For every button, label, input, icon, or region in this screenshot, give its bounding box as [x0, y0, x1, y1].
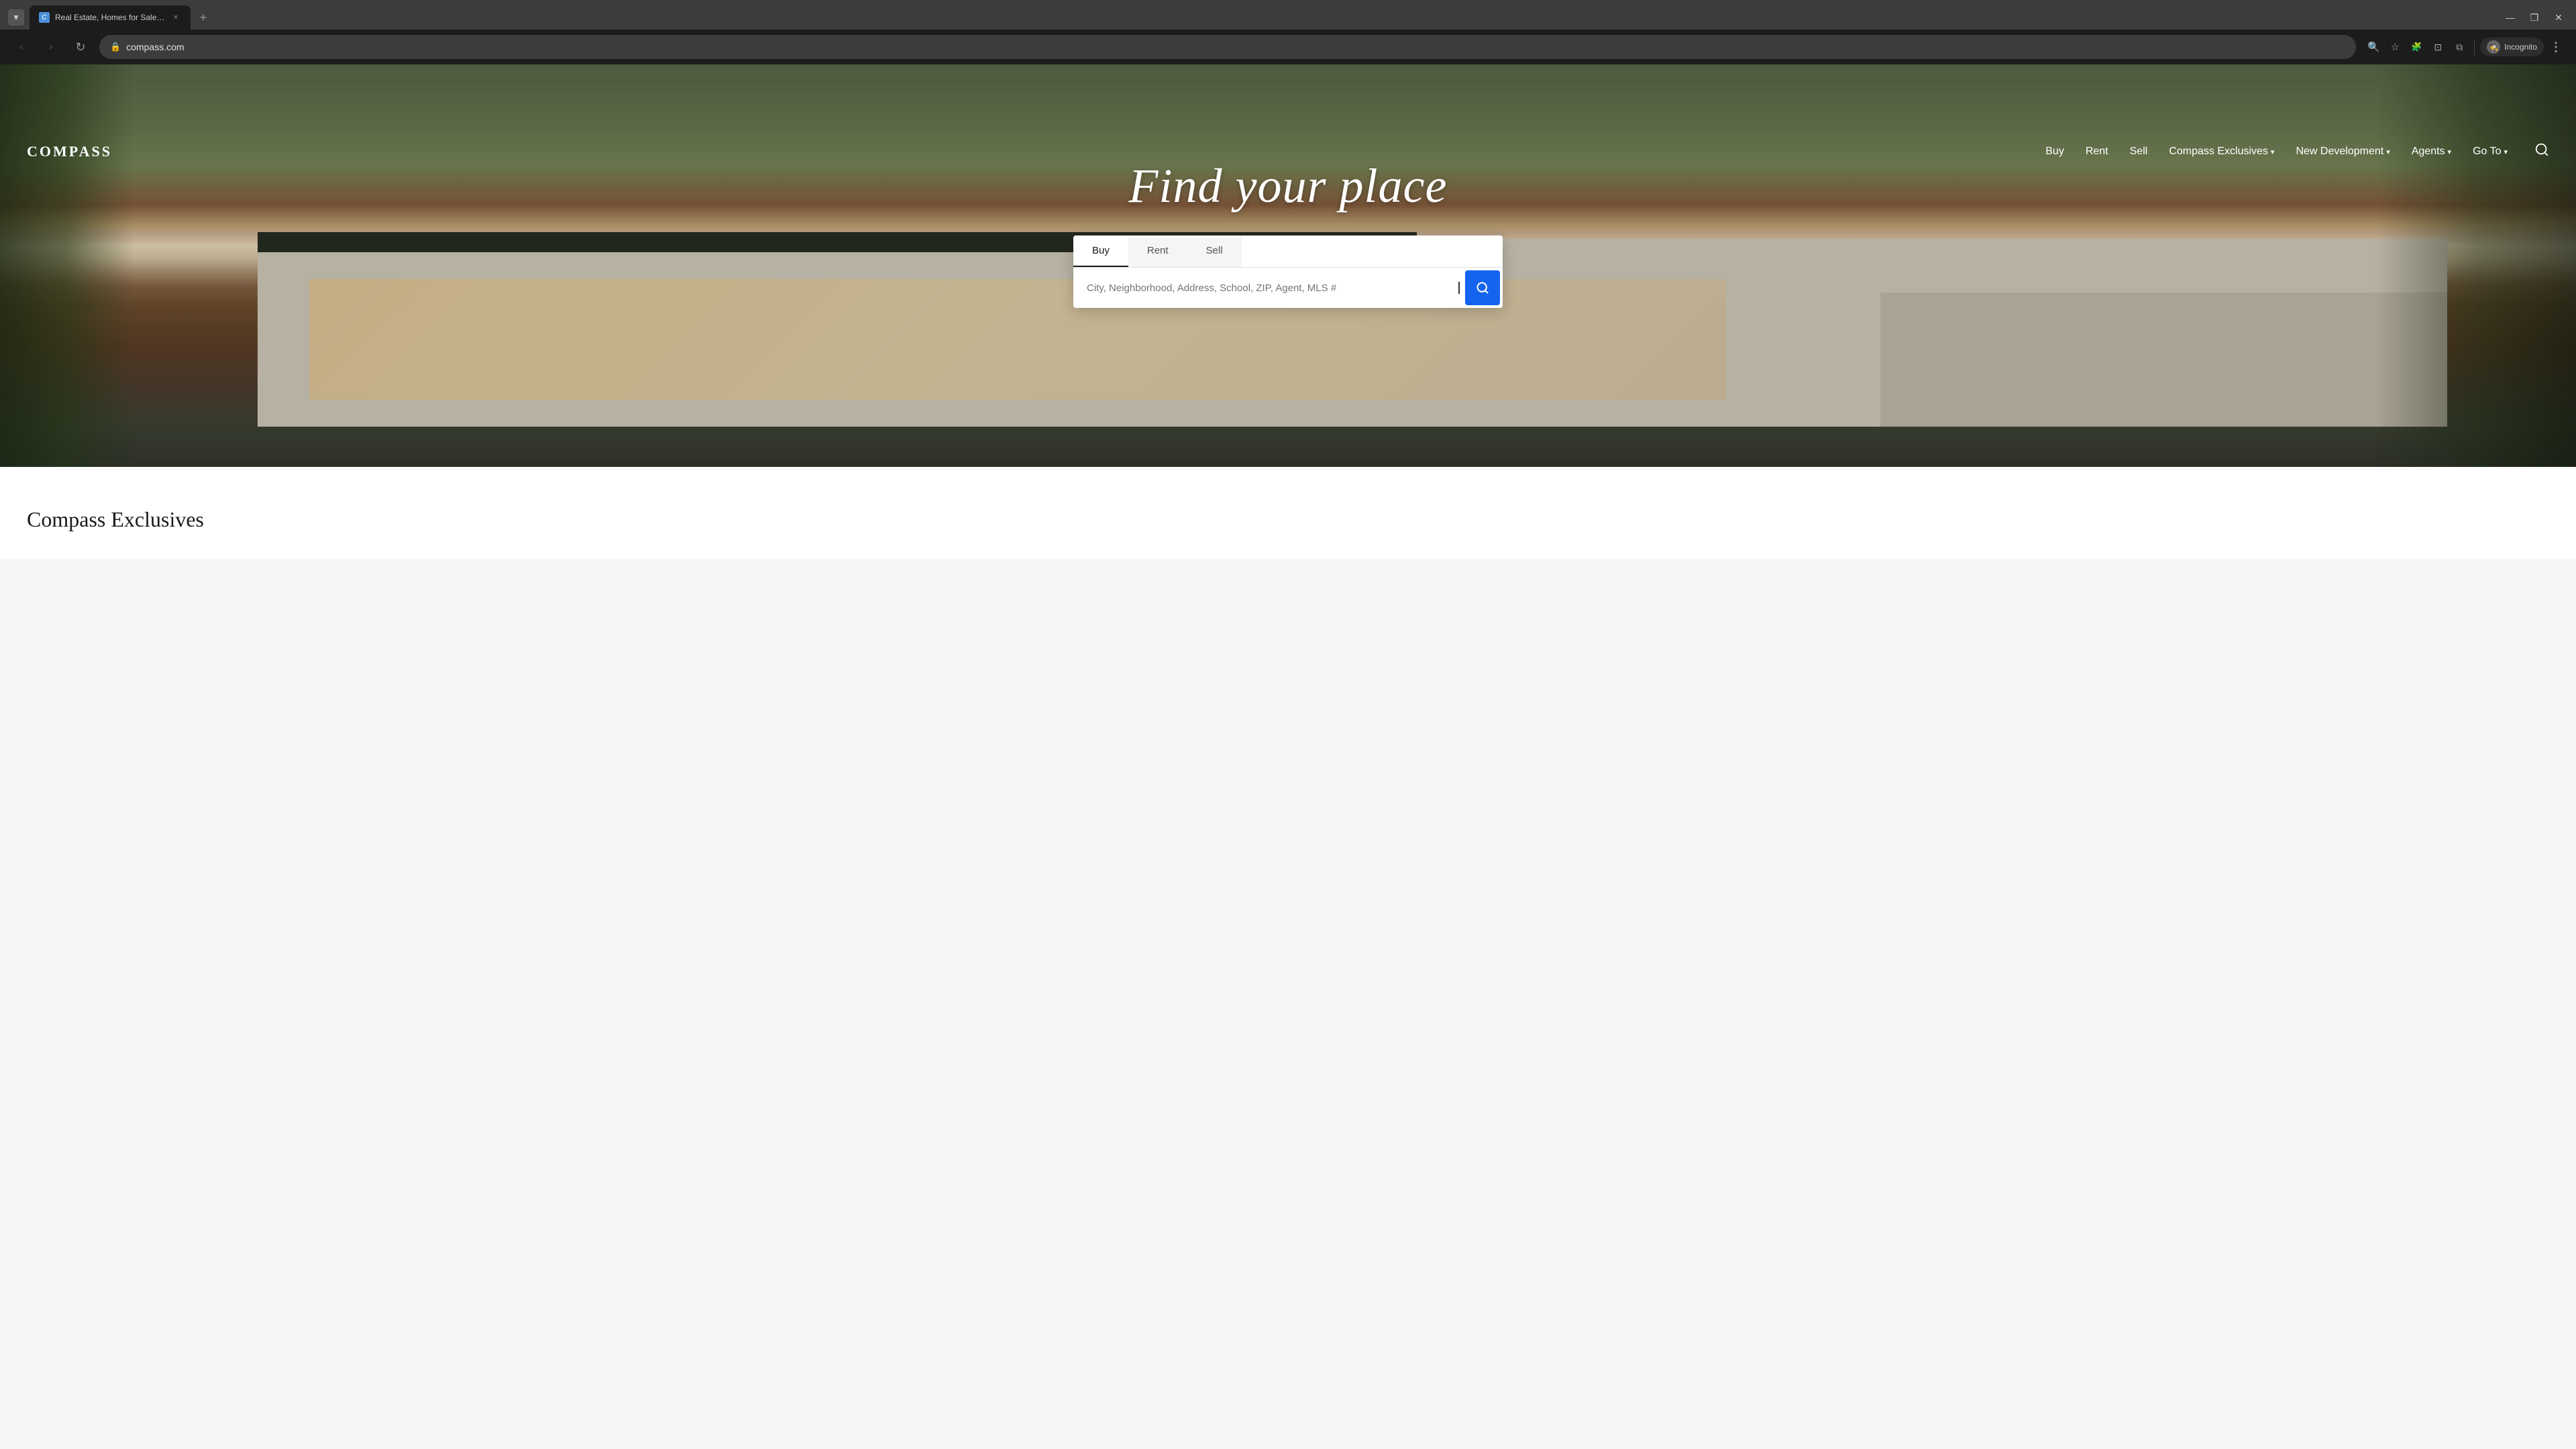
- tab-close-button[interactable]: ×: [170, 12, 181, 23]
- close-button[interactable]: ✕: [2549, 8, 2568, 27]
- nav-sell[interactable]: Sell: [2130, 146, 2148, 158]
- agents-chevron: ▾: [2448, 148, 2452, 156]
- bookmark-button[interactable]: ☆: [2385, 38, 2404, 56]
- site-logo[interactable]: COMPASS: [27, 143, 112, 160]
- nav-buy[interactable]: Buy: [2045, 146, 2064, 158]
- hero-content: Find your place Buy Rent Sell: [0, 64, 2576, 308]
- nav-agents[interactable]: Agents ▾: [2412, 146, 2451, 158]
- compass-exclusives-chevron: ▾: [2271, 148, 2275, 156]
- tab-buy[interactable]: Buy: [1073, 235, 1128, 267]
- website: Find your place Buy Rent Sell: [0, 64, 2576, 559]
- search-input[interactable]: [1087, 273, 1453, 303]
- window-controls: — ❐ ✕: [2501, 8, 2568, 27]
- text-cursor: [1458, 282, 1460, 294]
- extensions-button[interactable]: 🧩: [2407, 38, 2426, 56]
- incognito-badge[interactable]: 🕵 Incognito: [2480, 38, 2544, 56]
- search-input-row: [1073, 267, 1503, 308]
- back-button[interactable]: ‹: [11, 36, 32, 58]
- hero-section: Find your place Buy Rent Sell: [0, 64, 2576, 467]
- search-button[interactable]: [1465, 270, 1500, 305]
- browser-more-button[interactable]: ⋮: [2546, 38, 2565, 56]
- nav-links: Buy Rent Sell Compass Exclusives ▾ New D…: [2045, 142, 2549, 160]
- incognito-icon: 🕵: [2487, 40, 2500, 54]
- nav-rent[interactable]: Rent: [2086, 146, 2108, 158]
- nav-compass-exclusives[interactable]: Compass Exclusives ▾: [2169, 146, 2274, 158]
- refresh-button[interactable]: ↻: [70, 36, 91, 58]
- tab-favicon: C: [39, 12, 50, 23]
- forward-button[interactable]: ›: [40, 36, 62, 58]
- nav-new-development[interactable]: New Development ▾: [2296, 146, 2390, 158]
- search-container: Buy Rent Sell: [1073, 235, 1503, 308]
- tab-rent[interactable]: Rent: [1128, 235, 1187, 267]
- active-tab[interactable]: C Real Estate, Homes for Sale & A ×: [30, 5, 191, 30]
- below-hero: Compass Exclusives: [0, 467, 2576, 559]
- go-to-chevron: ▾: [2504, 148, 2508, 156]
- tab-bar: ▼ C Real Estate, Homes for Sale & A × + …: [0, 0, 2576, 30]
- browser-search-icon[interactable]: 🔍: [2364, 38, 2383, 56]
- lock-icon: 🔒: [110, 42, 121, 52]
- profile-button[interactable]: ⊡: [2428, 38, 2447, 56]
- nav-go-to[interactable]: Go To ▾: [2473, 146, 2508, 158]
- restore-button[interactable]: ❐: [2525, 8, 2544, 27]
- tab-sell[interactable]: Sell: [1187, 235, 1242, 267]
- tab-group-indicator[interactable]: ▼: [8, 9, 24, 25]
- compass-exclusives-title: Compass Exclusives: [27, 507, 2549, 532]
- address-bar: ‹ › ↻ 🔒 compass.com 🔍 ☆ 🧩 ⊡ ⧉ 🕵 Incognit…: [0, 30, 2576, 64]
- new-development-chevron: ▾: [2386, 148, 2390, 156]
- search-tabs: Buy Rent Sell: [1073, 235, 1503, 267]
- url-text: compass.com: [126, 42, 2345, 52]
- site-nav: COMPASS Buy Rent Sell Compass Exclusives…: [0, 129, 2576, 174]
- new-tab-button[interactable]: +: [193, 7, 213, 28]
- browser-chrome: ▼ C Real Estate, Homes for Sale & A × + …: [0, 0, 2576, 64]
- address-field[interactable]: 🔒 compass.com: [99, 35, 2356, 59]
- nav-search-icon[interactable]: [2534, 142, 2549, 160]
- browser-extra-actions: 🔍 ☆ 🧩 ⊡ ⧉ 🕵 Incognito ⋮: [2364, 38, 2565, 56]
- tab-title: Real Estate, Homes for Sale & A: [55, 13, 165, 22]
- split-screen-button[interactable]: ⧉: [2450, 38, 2469, 56]
- incognito-label: Incognito: [2504, 42, 2537, 52]
- hero-wrapper: Find your place Buy Rent Sell: [0, 64, 2576, 467]
- minimize-button[interactable]: —: [2501, 8, 2520, 27]
